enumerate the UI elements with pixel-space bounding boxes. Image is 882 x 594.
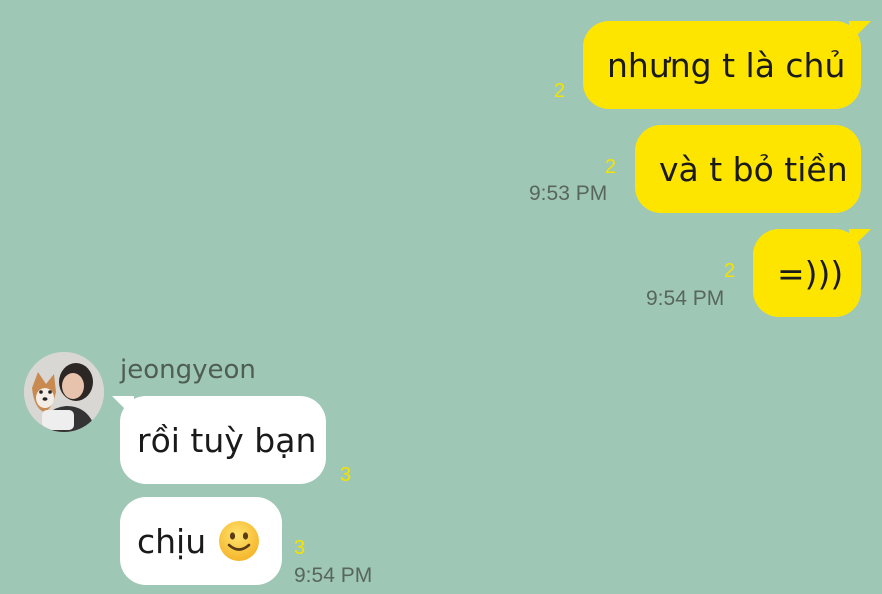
message-text: rồi tuỳ bạn — [137, 420, 317, 460]
unread-count: 2 — [605, 156, 617, 178]
message-timestamp: 9:53 PM — [529, 182, 608, 205]
unread-count: 3 — [340, 464, 352, 486]
contact-avatar[interactable] — [24, 352, 104, 432]
outgoing-message-bubble[interactable]: nhưng t là chủ — [583, 21, 861, 109]
unread-count: 2 — [724, 260, 736, 282]
slightly-smiling-face-icon — [219, 521, 260, 561]
message-text: nhưng t là chủ — [607, 45, 846, 85]
profile-photo-icon — [24, 352, 104, 432]
outgoing-message-bubble[interactable]: =))) — [753, 229, 861, 317]
unread-count: 2 — [554, 80, 566, 102]
message-text: =))) — [777, 253, 844, 293]
incoming-message-bubble[interactable]: chịu — [120, 497, 282, 585]
bubble-tail — [849, 21, 871, 43]
message-timestamp: 9:54 PM — [294, 564, 373, 587]
contact-name: jeongyeon — [120, 355, 256, 385]
incoming-message-bubble[interactable]: rồi tuỳ bạn — [120, 396, 326, 484]
bubble-tail — [112, 396, 134, 418]
message-text: chịu — [137, 521, 207, 561]
message-text: và t bỏ tiền — [659, 149, 848, 189]
unread-count: 3 — [294, 537, 306, 559]
chat-view: nhưng t là chủ 2 và t bỏ tiền 2 9:53 PM … — [0, 0, 882, 594]
bubble-tail — [849, 229, 871, 251]
outgoing-message-bubble[interactable]: và t bỏ tiền — [635, 125, 861, 213]
message-timestamp: 9:54 PM — [646, 287, 725, 310]
